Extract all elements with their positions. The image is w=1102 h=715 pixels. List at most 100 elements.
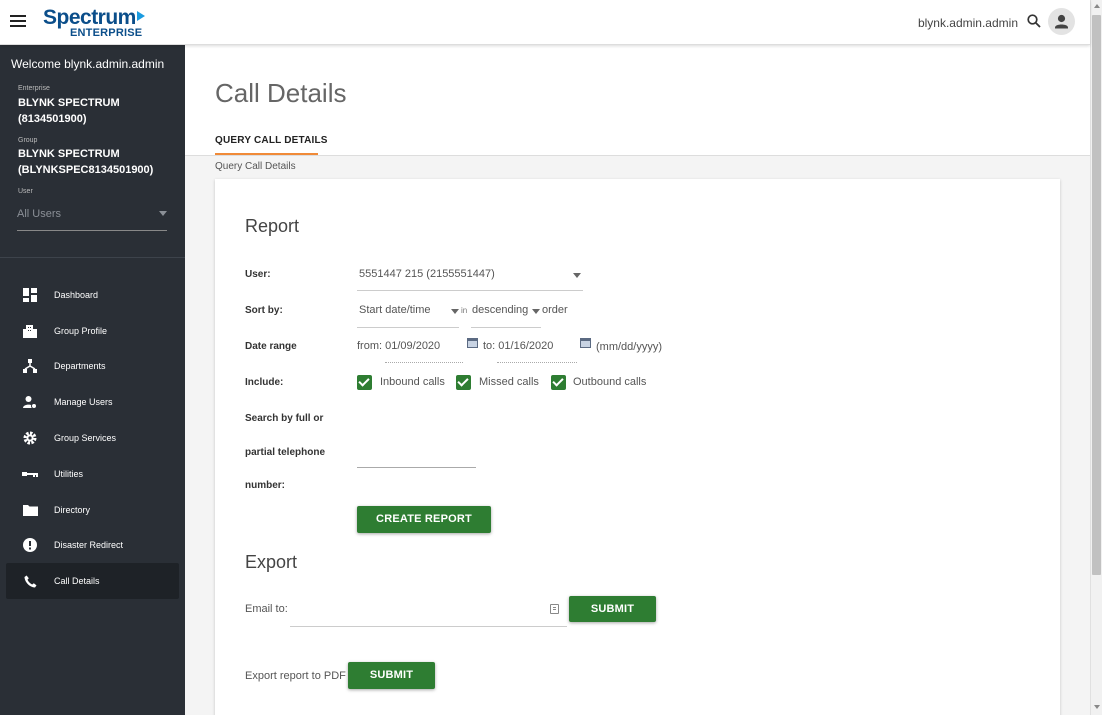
user-label: User — [18, 188, 33, 195]
user-settings-icon — [22, 394, 38, 410]
scroll-down-icon[interactable] — [1094, 705, 1100, 709]
sidebar-item-label: Directory — [54, 504, 91, 515]
email-to-label: Email to: — [245, 603, 288, 615]
sidebar-item-label: Departments — [54, 361, 106, 372]
phone-icon — [22, 573, 38, 589]
tab-query-call-details[interactable]: QUERY CALL DETAILS — [215, 135, 328, 146]
contact-card-icon[interactable] — [550, 604, 559, 614]
sidebar-item-label: Call Details — [54, 576, 100, 587]
sidebar-nav: Dashboard Group Profile Departments Mana… — [6, 277, 179, 600]
top-bar: Spectrum ENTERPRISE blynk.admin.admin — [0, 0, 1090, 45]
field-underline — [290, 626, 567, 627]
calendar-icon[interactable] — [467, 338, 478, 348]
chevron-down-icon — [532, 309, 540, 314]
account-icon[interactable] — [1048, 8, 1075, 35]
date-format-hint: (mm/dd/yyyy) — [596, 341, 662, 353]
to-date-value: to: 01/16/2020 — [483, 340, 554, 352]
sidebar-item-departments[interactable]: Departments — [6, 349, 179, 385]
inbound-calls-checkbox[interactable] — [357, 375, 372, 390]
outbound-calls-checkbox[interactable] — [551, 375, 566, 390]
field-underline — [385, 362, 463, 363]
sidebar-item-disaster-redirect[interactable]: Disaster Redirect — [6, 528, 179, 564]
gear-icon — [22, 430, 38, 446]
scroll-thumb[interactable] — [1092, 15, 1101, 575]
pdf-submit-button[interactable]: SUBMIT — [348, 662, 435, 689]
breadcrumb: Query Call Details — [215, 161, 296, 172]
sidebar-item-label: Dashboard — [54, 289, 99, 300]
field-underline — [471, 327, 541, 328]
calendar-icon[interactable] — [580, 338, 591, 348]
sidebar-item-label: Group Profile — [54, 325, 108, 336]
menu-icon[interactable] — [10, 15, 26, 29]
sort-by-label: Sort by: — [245, 305, 283, 316]
missed-calls-label: Missed calls — [479, 376, 539, 388]
page-header: Call Details QUERY CALL DETAILS — [185, 45, 1090, 156]
inbound-calls-label: Inbound calls — [380, 376, 445, 388]
sidebar-item-directory[interactable]: Directory — [6, 492, 179, 528]
missed-calls-checkbox[interactable] — [456, 375, 471, 390]
sidebar-item-group-profile[interactable]: Group Profile — [6, 313, 179, 349]
scroll-up-icon[interactable] — [1094, 4, 1100, 8]
sidebar-item-label: Manage Users — [54, 397, 113, 408]
sort-order-value: descending — [472, 304, 529, 316]
sidebar-item-group-services[interactable]: Group Services — [6, 420, 179, 456]
sidebar-item-utilities[interactable]: Utilities — [6, 456, 179, 492]
sidebar-item-label: Disaster Redirect — [54, 540, 124, 551]
spectrum-logo[interactable]: Spectrum ENTERPRISE — [43, 7, 145, 39]
to-date-input[interactable]: to: 01/16/2020 — [483, 335, 577, 363]
field-underline — [357, 327, 459, 328]
sidebar-item-dashboard[interactable]: Dashboard — [6, 277, 179, 313]
group-label: Group — [18, 137, 38, 144]
hierarchy-icon — [22, 358, 38, 374]
export-section-title: Export — [245, 552, 298, 572]
from-date-input[interactable]: from: 01/09/2020 — [357, 335, 463, 363]
report-section-title: Report — [245, 216, 300, 236]
report-user-select[interactable]: 5551447 215 (2155551447) — [357, 263, 583, 291]
dashboard-icon — [22, 287, 38, 303]
building-icon — [22, 323, 38, 339]
field-underline — [357, 290, 583, 291]
search-label-line-3: number: — [245, 480, 285, 491]
folder-icon — [22, 502, 38, 518]
sidebar-item-manage-users[interactable]: Manage Users — [6, 384, 179, 420]
main-content: Call Details QUERY CALL DETAILS Query Ca… — [185, 45, 1090, 715]
create-report-button[interactable]: CREATE REPORT — [357, 506, 491, 533]
header-username: blynk.admin.admin — [917, 16, 1018, 30]
key-icon — [22, 466, 38, 482]
report-user-value: 5551447 215 (2155551447) — [359, 268, 495, 280]
group-id: (BLYNKSPEC8134501900) — [18, 164, 154, 176]
field-underline — [357, 467, 476, 468]
group-name: BLYNK SPECTRUM — [18, 148, 120, 160]
email-submit-button[interactable]: SUBMIT — [569, 596, 656, 622]
chevron-down-icon — [573, 273, 581, 278]
enterprise-id: (8134501900) — [18, 113, 87, 125]
email-to-input[interactable] — [290, 595, 567, 627]
user-select[interactable]: All Users — [17, 205, 167, 231]
search-label-line-2: partial telephone — [245, 447, 326, 458]
sidebar-item-label: Group Services — [54, 433, 117, 444]
search-label-line-1: Search by full or — [245, 413, 324, 424]
outbound-calls-label: Outbound calls — [573, 376, 647, 388]
query-card: Report User: 5551447 215 (2155551447) So… — [215, 179, 1060, 715]
sidebar: Welcome blynk.admin.admin Enterprise BLY… — [0, 45, 185, 715]
from-date-value: from: 01/09/2020 — [357, 340, 441, 352]
phone-search-input[interactable] — [357, 445, 476, 468]
field-underline — [497, 362, 577, 363]
tab-divider — [185, 155, 1090, 156]
enterprise-name: BLYNK SPECTRUM — [18, 97, 120, 109]
sort-field-select[interactable]: Start date/time — [357, 299, 459, 328]
sort-field-value: Start date/time — [359, 304, 431, 316]
page-scrollbar[interactable] — [1090, 0, 1102, 715]
sort-suffix-text: order — [542, 304, 568, 316]
sort-order-select[interactable]: descending — [471, 299, 541, 328]
chevron-down-icon — [451, 309, 459, 314]
chevron-down-icon — [159, 211, 167, 216]
user-select-value: All Users — [17, 208, 62, 220]
include-label: Include: — [245, 377, 284, 388]
sidebar-divider — [0, 257, 185, 258]
export-pdf-label: Export report to PDF — [245, 670, 346, 682]
sidebar-item-call-details[interactable]: Call Details — [6, 563, 179, 600]
sidebar-item-label: Utilities — [54, 468, 84, 479]
search-icon[interactable] — [1027, 14, 1041, 28]
enterprise-label: Enterprise — [18, 85, 50, 92]
